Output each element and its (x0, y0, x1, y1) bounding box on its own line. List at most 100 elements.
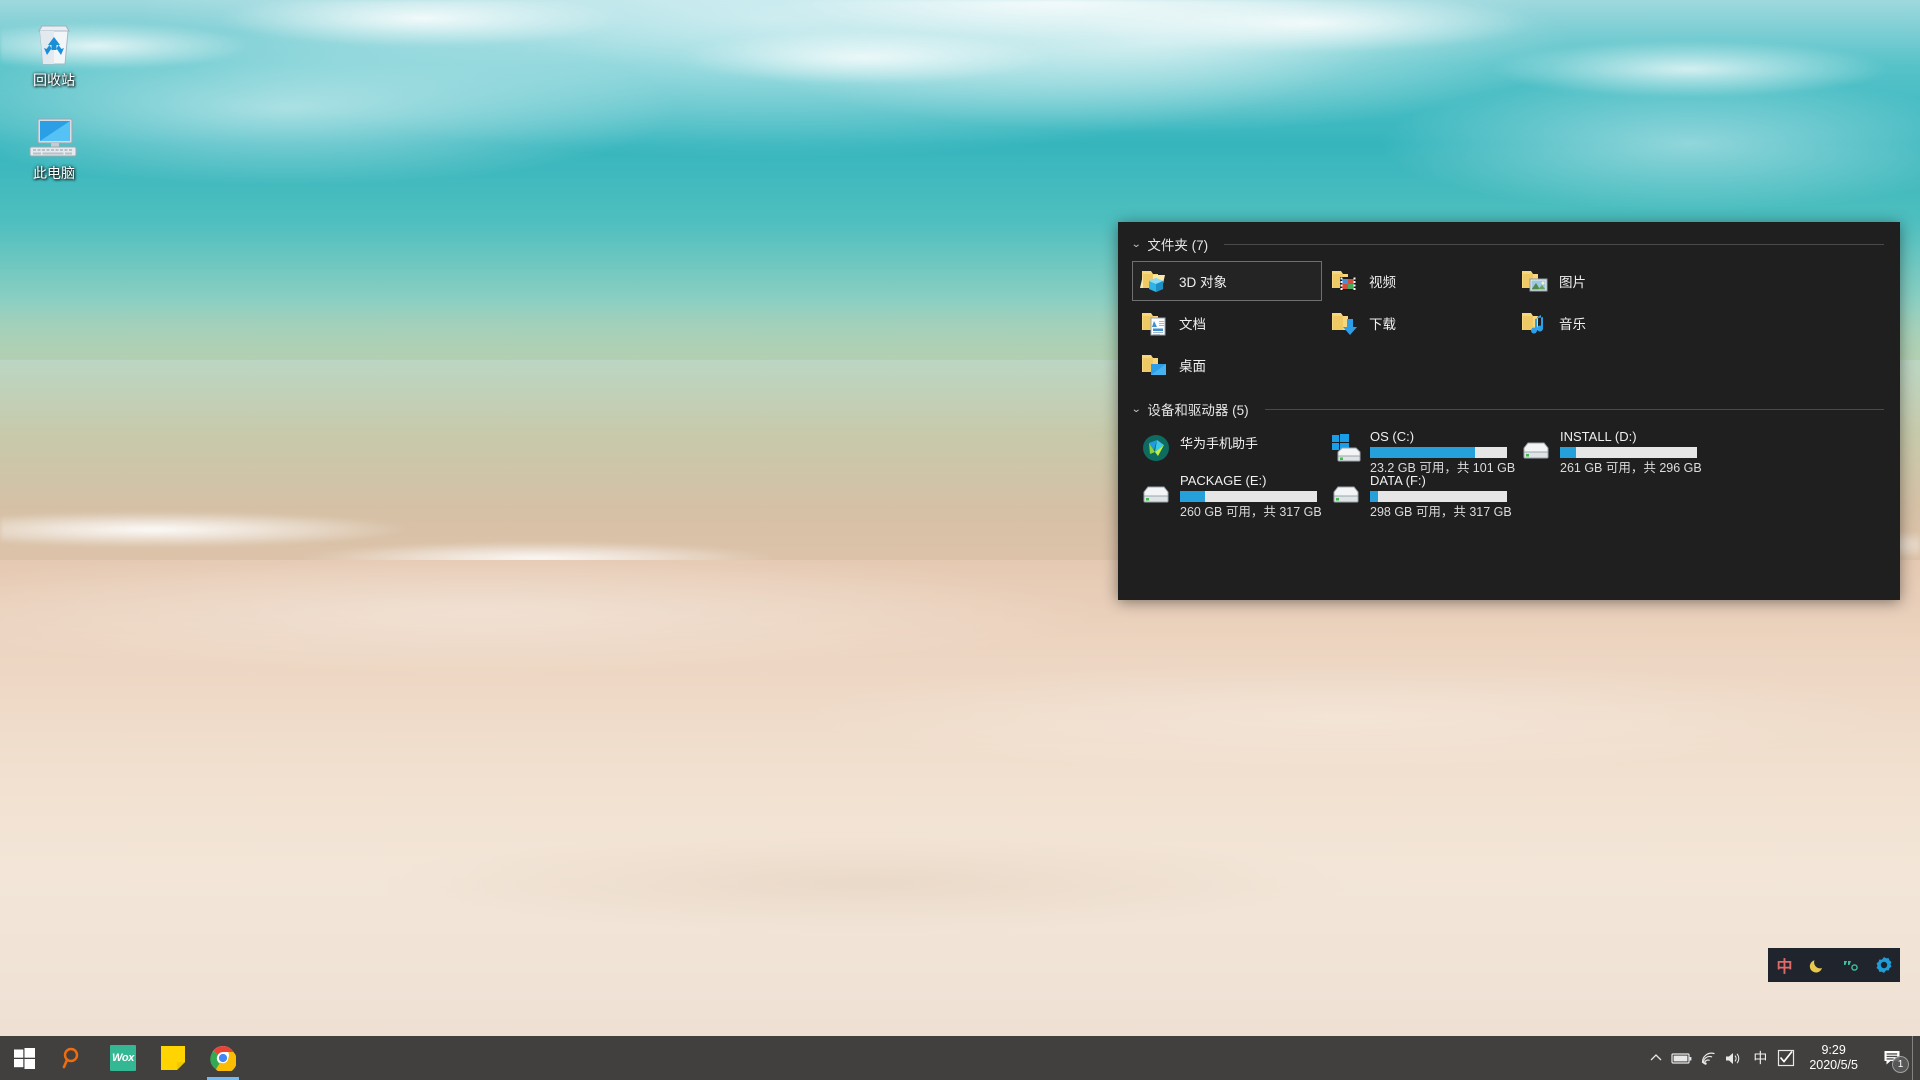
sticky-notes-button[interactable] (148, 1036, 198, 1080)
system-tray: 中 (1643, 1036, 1799, 1080)
wox-icon: Wox (110, 1045, 136, 1071)
drive-label: INSTALL (D:) (1560, 429, 1702, 444)
ime-tray-label: 中 (1753, 1048, 1767, 1068)
speaker-icon[interactable] (1721, 1036, 1747, 1080)
ime-mode-label: 中 (1776, 953, 1792, 977)
folder-item-label: 桌面 (1173, 355, 1206, 375)
drive-usage-fill (1180, 491, 1205, 502)
group-divider (1224, 244, 1884, 245)
taskbar-empty-area[interactable] (248, 1036, 1643, 1080)
wallpaper-foam-layer (0, 0, 1920, 230)
folder-music-icon (1517, 310, 1553, 336)
sticky-notes-icon (160, 1045, 186, 1071)
desktop-icon-this-pc[interactable]: 此电脑 (8, 103, 100, 182)
drive-capacity: 261 GB 可用，共 296 GB (1560, 461, 1702, 475)
drive-capacity: 260 GB 可用，共 317 GB (1180, 505, 1322, 519)
drives-grid: 华为手机助手 OS (C:) 23.2 GB 可用，共 101 (1132, 426, 1884, 514)
drive-item-data-f[interactable]: DATA (F:) 298 GB 可用，共 317 GB (1322, 470, 1512, 514)
drive-usage-fill (1560, 447, 1576, 458)
ime-floating-toolbar[interactable]: 中 (1768, 948, 1900, 982)
group-header-devices[interactable]: ⌄ 设备和驱动器 (5) (1132, 399, 1884, 419)
this-pc-content-panel[interactable]: ⌄ 文件夹 (7) 3D 对象 (1118, 222, 1900, 600)
desktop-icon-label: 此电脑 (8, 165, 100, 182)
start-button[interactable] (0, 1036, 48, 1080)
battery-icon[interactable] (1669, 1036, 1695, 1080)
this-pc-icon (8, 103, 100, 161)
drive-capacity: 298 GB 可用，共 317 GB (1370, 505, 1512, 519)
group-header-folders[interactable]: ⌄ 文件夹 (7) (1132, 234, 1884, 254)
huawei-hisuite-icon (1136, 428, 1176, 468)
desktop-icon-label: 回收站 (8, 72, 100, 89)
clock-time: 9:29 (1821, 1043, 1845, 1058)
wifi-icon[interactable] (1695, 1036, 1721, 1080)
clock-date: 2020/5/5 (1809, 1058, 1858, 1073)
folder-item-pictures[interactable]: 图片 (1512, 261, 1702, 301)
drive-info: OS (C:) 23.2 GB 可用，共 101 GB (1366, 428, 1515, 475)
show-hidden-icons-button[interactable] (1643, 1036, 1669, 1080)
folder-3d-objects-icon (1137, 268, 1173, 294)
wallpaper-sand-layer (0, 560, 1920, 1080)
folder-item-desktop[interactable]: 桌面 (1132, 345, 1322, 385)
wox-icon-label: Wox (112, 1052, 134, 1064)
drive-label: 华为手机助手 (1180, 436, 1258, 451)
ime-settings-icon[interactable] (1867, 948, 1900, 982)
action-center-button[interactable]: 1 (1872, 1036, 1912, 1080)
folder-item-label: 3D 对象 (1173, 271, 1227, 291)
taskbar[interactable]: Wox (0, 1036, 1920, 1080)
group-title: 文件夹 (7) (1147, 234, 1208, 254)
ime-chinese-mode-button[interactable]: 中 (1768, 948, 1801, 982)
ime-moon-icon[interactable] (1801, 948, 1834, 982)
drive-label: PACKAGE (E:) (1180, 473, 1322, 488)
drive-item-install-d[interactable]: INSTALL (D:) 261 GB 可用，共 296 GB (1512, 426, 1702, 470)
drive-info: 华为手机助手 (1176, 428, 1258, 451)
folder-item-downloads[interactable]: 下载 (1322, 303, 1512, 343)
notification-count-badge: 1 (1892, 1056, 1909, 1073)
drive-usage-bar (1370, 491, 1507, 502)
folder-item-videos[interactable]: 视频 (1322, 261, 1512, 301)
drive-label: DATA (F:) (1370, 473, 1512, 488)
taskbar-buttons: Wox (0, 1036, 248, 1080)
drive-usage-fill (1370, 491, 1378, 502)
group-title: 设备和驱动器 (5) (1147, 399, 1248, 419)
folder-desktop-icon (1137, 352, 1173, 378)
group-divider (1265, 409, 1884, 410)
drive-item-os-c[interactable]: OS (C:) 23.2 GB 可用，共 101 GB (1322, 426, 1512, 470)
chrome-button[interactable] (198, 1036, 248, 1080)
folder-downloads-icon (1327, 310, 1363, 336)
recycle-bin-icon (8, 10, 100, 68)
chevron-down-icon[interactable]: ⌄ (1131, 404, 1141, 415)
search-icon (61, 1046, 85, 1070)
folders-grid: 3D 对象 (1132, 261, 1884, 387)
drive-usage-bar (1180, 491, 1317, 502)
search-button[interactable] (48, 1036, 98, 1080)
folder-item-label: 图片 (1553, 271, 1586, 291)
folder-item-label: 文档 (1173, 313, 1206, 333)
folder-item-3d-objects[interactable]: 3D 对象 (1132, 261, 1322, 301)
drive-info: DATA (F:) 298 GB 可用，共 317 GB (1366, 472, 1512, 519)
drive-usage-fill (1370, 447, 1475, 458)
drive-info: INSTALL (D:) 261 GB 可用，共 296 GB (1556, 428, 1702, 475)
desktop-icon-recycle-bin[interactable]: 回收站 (8, 10, 100, 89)
drive-item-hisuite[interactable]: 华为手机助手 (1132, 426, 1322, 470)
wox-button[interactable]: Wox (98, 1036, 148, 1080)
ime-quotes-icon[interactable] (1834, 948, 1867, 982)
folder-item-label: 音乐 (1553, 313, 1586, 333)
drive-label: OS (C:) (1370, 429, 1515, 444)
folder-pictures-icon (1517, 268, 1553, 294)
windows-logo-icon (14, 1048, 35, 1069)
security-center-icon[interactable] (1773, 1036, 1799, 1080)
drive-usage-bar (1560, 447, 1697, 458)
folder-videos-icon (1327, 268, 1363, 294)
drive-item-package-e[interactable]: PACKAGE (E:) 260 GB 可用，共 317 GB (1132, 470, 1322, 514)
chevron-down-icon[interactable]: ⌄ (1131, 239, 1141, 250)
chrome-icon (210, 1045, 236, 1071)
windows-drive-icon (1326, 428, 1366, 468)
folder-item-music[interactable]: 音乐 (1512, 303, 1702, 343)
clock-and-date[interactable]: 9:29 2020/5/5 (1799, 1036, 1872, 1080)
drive-info: PACKAGE (E:) 260 GB 可用，共 317 GB (1176, 472, 1322, 519)
folder-item-documents[interactable]: 文档 (1132, 303, 1322, 343)
hard-drive-icon (1136, 472, 1176, 512)
drive-usage-bar (1370, 447, 1507, 458)
ime-tray-icon[interactable]: 中 (1747, 1036, 1773, 1080)
show-desktop-button[interactable] (1912, 1036, 1920, 1080)
